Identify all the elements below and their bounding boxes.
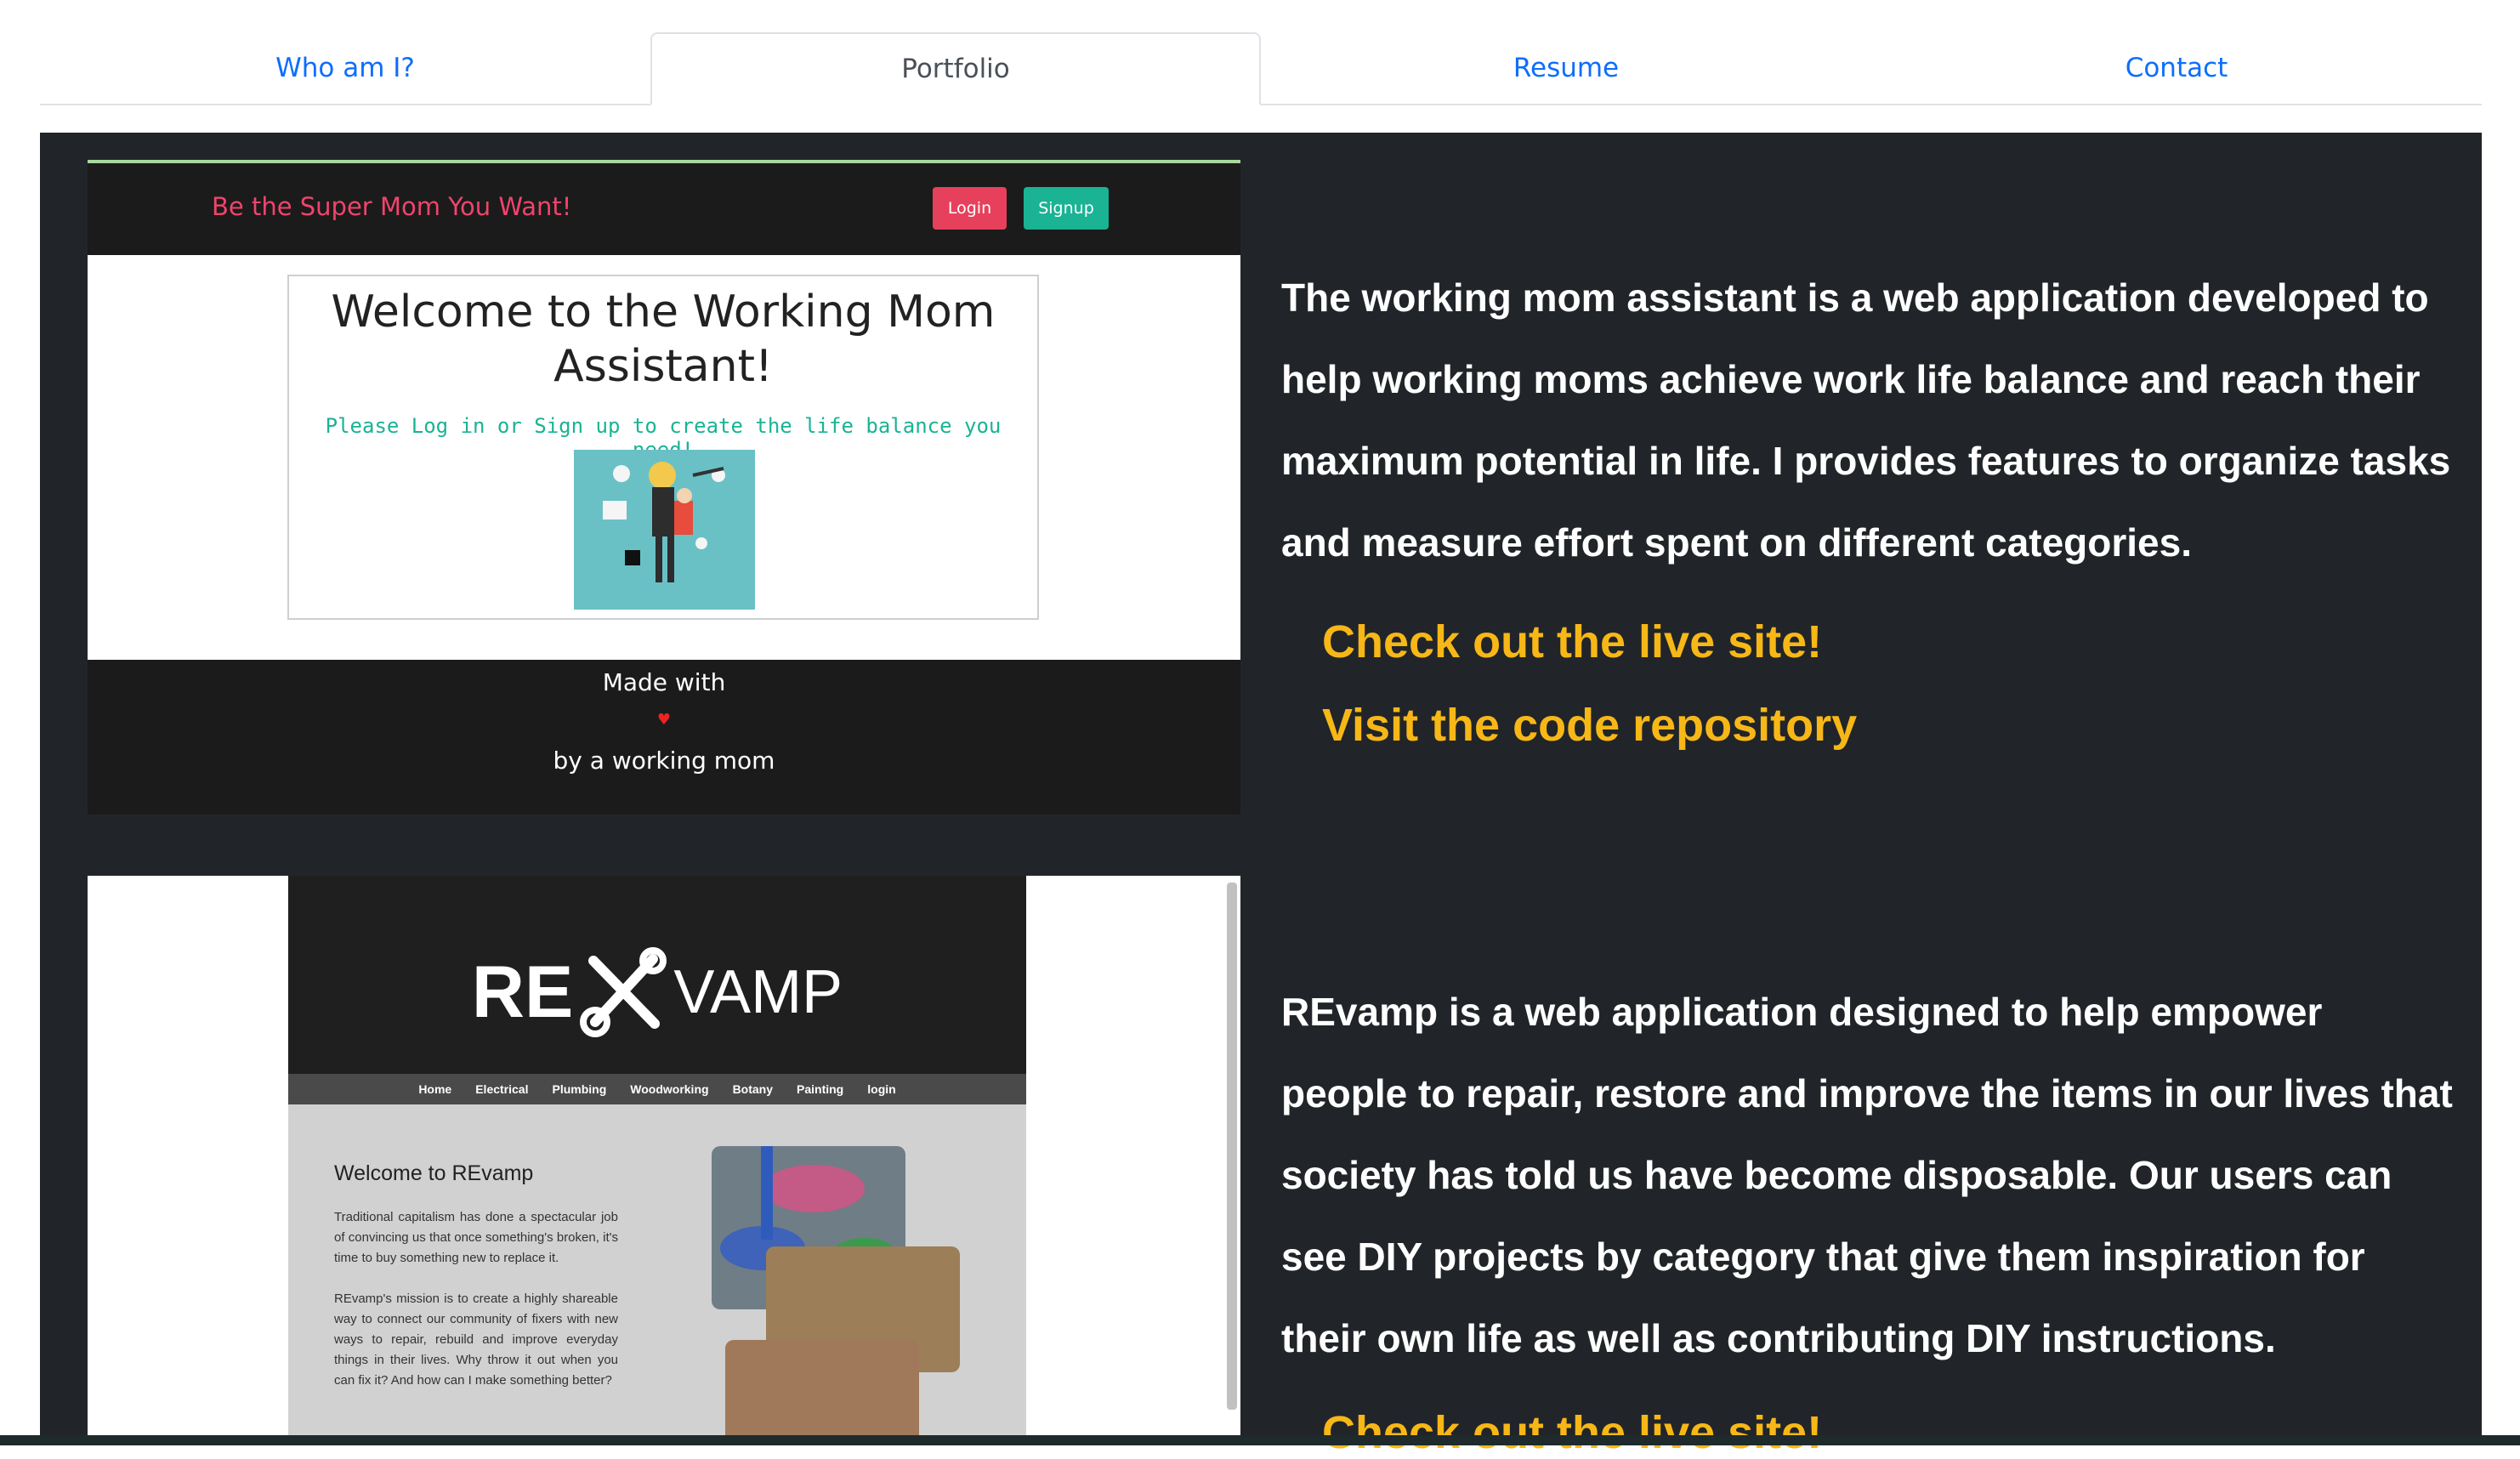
scrollbar bbox=[1227, 883, 1237, 1410]
project-screenshot-working-mom: Be the Super Mom You Want! Login Signup … bbox=[88, 160, 1240, 815]
footer-made-with: Made with bbox=[602, 668, 726, 696]
revamp-welcome: Welcome to REvamp bbox=[334, 1161, 534, 1185]
bottom-edge-strip bbox=[0, 1435, 2520, 1445]
revamp-nav-home: Home bbox=[418, 1082, 452, 1096]
site-brand: Be the Super Mom You Want! bbox=[212, 192, 572, 221]
logo-re: RE bbox=[471, 951, 574, 1033]
revamp-nav-woodworking: Woodworking bbox=[630, 1082, 709, 1096]
top-accent-line bbox=[88, 160, 1240, 163]
revamp-site: RE VAMP Home Electrical Plumbing Woodwor… bbox=[288, 876, 1026, 1445]
revamp-nav-plumbing: Plumbing bbox=[552, 1082, 607, 1096]
heart-icon: ♥ bbox=[656, 711, 672, 729]
live-site-link[interactable]: Check out the live site! bbox=[1322, 616, 1822, 668]
code-repository-link[interactable]: Visit the code repository bbox=[1322, 699, 1857, 752]
project-description: REvamp is a web application designed to … bbox=[1281, 990, 2453, 1360]
revamp-nav-painting: Painting bbox=[797, 1082, 844, 1096]
footer-by-working-mom: by a working mom bbox=[553, 747, 775, 775]
tab-portfolio[interactable]: Portfolio bbox=[650, 32, 1261, 105]
revamp-intro-text: Traditional capitalism has done a specta… bbox=[334, 1207, 618, 1411]
tab-contact[interactable]: Contact bbox=[1871, 32, 2482, 104]
revamp-nav-login: login bbox=[867, 1082, 896, 1096]
tab-who-am-i[interactable]: Who am I? bbox=[40, 32, 650, 104]
revamp-nav-botany: Botany bbox=[732, 1082, 774, 1096]
revamp-nav-electrical: Electrical bbox=[475, 1082, 529, 1096]
nav-tabs: Who am I? Portfolio Resume Contact bbox=[40, 32, 2482, 105]
live-site-link[interactable]: Check out the live site! bbox=[1322, 1406, 1822, 1459]
revamp-logo: RE VAMP bbox=[288, 945, 1026, 1039]
site-body: Welcome to the Working Mom Assistant! Pl… bbox=[88, 255, 1240, 660]
project-screenshot-revamp: RE VAMP Home Electrical Plumbing Woodwor… bbox=[88, 876, 1240, 1445]
signup-button: Signup bbox=[1024, 187, 1109, 230]
welcome-title: Welcome to the Working Mom Assistant! bbox=[331, 287, 996, 392]
revamp-paragraph-1: Traditional capitalism has done a specta… bbox=[334, 1210, 618, 1265]
revamp-header: RE VAMP bbox=[288, 876, 1026, 1074]
wrench-screwdriver-icon bbox=[576, 945, 670, 1039]
working-mom-illustration bbox=[574, 450, 755, 610]
revamp-paragraph-2: REvamp's mission is to create a highly s… bbox=[334, 1292, 618, 1388]
portfolio-panel: Be the Super Mom You Want! Login Signup … bbox=[40, 133, 2482, 1458]
revamp-nav: Home Electrical Plumbing Woodworking Bot… bbox=[288, 1074, 1026, 1104]
tab-resume[interactable]: Resume bbox=[1261, 32, 1871, 104]
project-description: The working mom assistant is a web appli… bbox=[1281, 275, 2451, 565]
welcome-card: Welcome to the Working Mom Assistant! Pl… bbox=[287, 275, 1039, 620]
logo-vamp: VAMP bbox=[673, 958, 843, 1026]
woodworking-photo-image bbox=[725, 1340, 919, 1445]
login-button: Login bbox=[933, 187, 1007, 230]
